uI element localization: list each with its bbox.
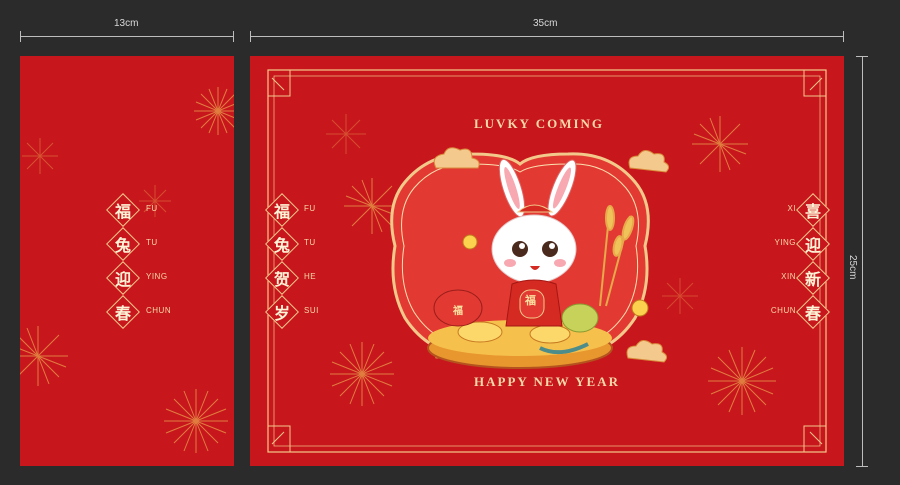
- right-width-label: 35cm: [533, 18, 558, 29]
- right-right-pinyin-1: XI: [787, 204, 796, 213]
- right-width-line: [250, 36, 844, 37]
- char-text: 岁: [273, 304, 290, 323]
- right-width-tick-start: [250, 31, 251, 42]
- left-width-line: [20, 36, 234, 37]
- height-line: [862, 56, 863, 466]
- right-right-pinyin-4: CHUN: [770, 306, 796, 315]
- right-right-pinyin-2: YING: [774, 238, 796, 247]
- right-width-tick-end: [843, 31, 844, 42]
- left-width-tick-start: [20, 31, 21, 42]
- right-left-pinyin-1: FU: [304, 204, 316, 213]
- height-tick-start: [856, 56, 868, 57]
- rabbit-fu-badge: 福: [525, 294, 536, 307]
- char-text: 春: [804, 304, 821, 323]
- char-text: 迎: [804, 236, 821, 255]
- left-panel: [20, 56, 234, 466]
- top-arc-text: LUVKY COMING: [474, 116, 605, 131]
- left-char-text: 兔: [114, 236, 131, 255]
- char-text: 贺: [273, 270, 290, 289]
- char-text: 喜: [804, 202, 821, 221]
- left-width-tick-end: [233, 31, 234, 42]
- left-pinyin-4: CHUN: [146, 306, 172, 315]
- left-width-label: 13cm: [114, 18, 139, 29]
- char-text: 新: [804, 270, 821, 289]
- right-left-pinyin-4: SUI: [304, 306, 319, 315]
- left-panel-fireworks: [20, 87, 234, 453]
- char-text: 兔: [273, 236, 290, 255]
- left-char-text: 迎: [114, 270, 131, 289]
- bag-fu-badge: 福: [453, 306, 463, 317]
- left-pinyin-2: TU: [146, 238, 158, 247]
- left-char-text: 春: [114, 304, 131, 323]
- char-text: 福: [273, 202, 290, 221]
- right-right-pinyin-3: XIN: [781, 272, 796, 281]
- height-label: 25cm: [847, 255, 858, 280]
- left-char-text: 福: [114, 202, 131, 221]
- right-left-pinyin-2: TU: [304, 238, 316, 247]
- left-pinyin-1: FU: [146, 204, 158, 213]
- left-pinyin-3: YING: [146, 272, 168, 281]
- height-tick-end: [856, 466, 868, 467]
- bottom-arc-text: HAPPY NEW YEAR: [474, 374, 620, 389]
- right-left-pinyin-3: HE: [304, 272, 317, 281]
